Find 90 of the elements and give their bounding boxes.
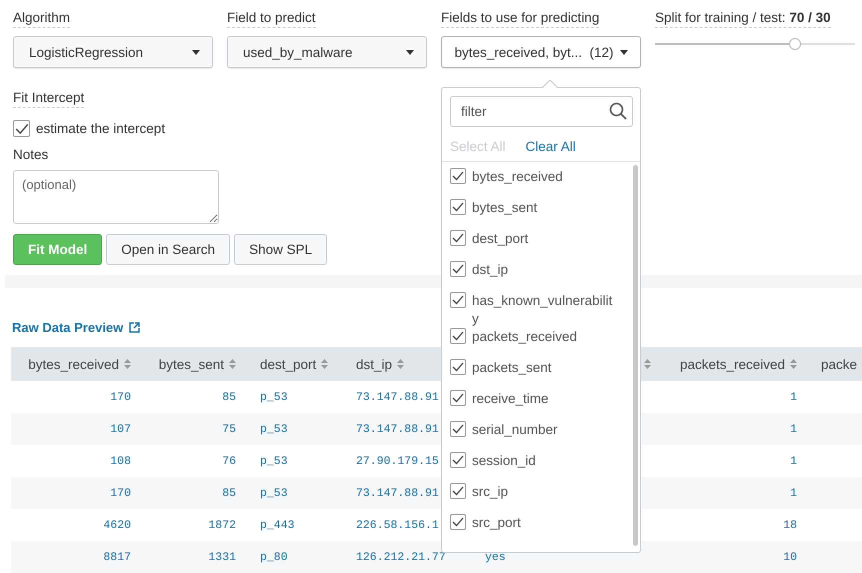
checkbox-label: estimate the intercept: [36, 121, 166, 136]
table-cell: 1: [790, 486, 797, 500]
table-cell: 1872: [208, 518, 236, 532]
sort-icon: [321, 359, 328, 369]
table-cell: 73.147.88.91: [356, 390, 439, 404]
table-cell: 1331: [208, 550, 236, 564]
field-label: Fields to use for predicting: [441, 10, 600, 28]
table-cell: 170: [110, 486, 131, 500]
field-option[interactable]: serial_number: [472, 421, 622, 439]
field-option[interactable]: dest_port: [472, 230, 622, 248]
field-option[interactable]: src_ip: [472, 483, 622, 501]
table-cell: 27.90.179.15: [356, 454, 439, 468]
checkbox[interactable]: [450, 261, 466, 277]
table-cell: p_53: [260, 422, 288, 436]
checkbox[interactable]: [450, 390, 466, 406]
sort-icon: [229, 359, 236, 369]
table-cell: 75: [222, 422, 236, 436]
checkbox[interactable]: [13, 120, 30, 137]
checkbox[interactable]: [450, 359, 466, 375]
action-button[interactable]: Open in Search: [106, 234, 230, 265]
clear-all-link[interactable]: Clear All: [526, 139, 576, 154]
scrollbar[interactable]: [633, 165, 638, 546]
table-cell: 85: [222, 390, 236, 404]
split-label: Split for training / test: 70 / 30: [655, 10, 831, 28]
field-option[interactable]: dst_ip: [472, 261, 622, 279]
algorithm-select[interactable]: LogisticRegression: [13, 36, 213, 68]
field-option[interactable]: src_port: [472, 514, 622, 532]
field-option[interactable]: bytes_sent: [472, 199, 622, 217]
field-label: Field to predict: [227, 10, 316, 28]
fields-multiselect[interactable]: bytes_received, byt... (12): [441, 36, 641, 68]
table-cell: 170: [110, 390, 131, 404]
split-slider[interactable]: [655, 38, 855, 51]
table-cell: p_53: [260, 454, 288, 468]
checkbox[interactable]: [450, 421, 466, 437]
table-cell: 126.212.21.77: [356, 550, 446, 564]
table-cell: 226.58.156.1: [356, 518, 439, 532]
table-cell: 107: [110, 422, 131, 436]
external-link-icon: [129, 322, 140, 333]
checkbox[interactable]: [450, 514, 466, 530]
caret-icon: [620, 50, 628, 54]
column-header[interactable]: dest_port: [260, 356, 316, 372]
column-header[interactable]: bytes_sent: [158, 356, 224, 372]
table-cell: 1: [790, 454, 797, 468]
field-option[interactable]: session_id: [472, 452, 622, 470]
field-option[interactable]: bytes_received: [472, 168, 622, 186]
table-cell: 73.147.88.91: [356, 422, 439, 436]
column-header[interactable]: bytes_received: [28, 356, 119, 372]
table-cell: 4620: [103, 518, 131, 532]
table-cell: 8817: [103, 550, 131, 564]
sort-icon: [790, 359, 797, 369]
field-option[interactable]: packets_received: [472, 328, 622, 346]
field-label: Fit Intercept: [13, 90, 84, 108]
column-header[interactable]: packets_received: [680, 356, 785, 372]
notes-field[interactable]: (optional): [13, 170, 219, 224]
table-cell: 18: [783, 518, 797, 532]
checkbox[interactable]: [450, 483, 466, 499]
caret-icon: [406, 50, 414, 54]
checkbox[interactable]: [450, 452, 466, 468]
field-label: Algorithm: [13, 10, 70, 28]
table-cell: 108: [110, 454, 131, 468]
column-header[interactable]: dst_ip: [356, 356, 392, 372]
table-cell: yes: [485, 550, 506, 564]
field-option[interactable]: receive_time: [472, 390, 622, 408]
checkbox[interactable]: [450, 168, 466, 184]
table-cell: 73.147.88.91: [356, 486, 439, 500]
table-cell: p_80: [260, 550, 288, 564]
caret-icon: [192, 50, 200, 54]
sort-icon: [124, 359, 131, 369]
table-cell: 85: [222, 486, 236, 500]
filter-field[interactable]: filter: [450, 96, 633, 127]
table-cell: p_53: [260, 486, 288, 500]
checkbox[interactable]: [450, 199, 466, 215]
checkbox[interactable]: [450, 328, 466, 344]
action-button[interactable]: Show SPL: [234, 234, 328, 265]
checkbox[interactable]: [450, 230, 466, 246]
field-select[interactable]: used_by_malware: [227, 36, 427, 68]
field-option[interactable]: packets_sent: [472, 359, 622, 377]
raw-data-preview-link[interactable]: Raw Data Preview: [12, 320, 124, 335]
search-icon: [609, 102, 627, 120]
column-header[interactable]: packe: [821, 356, 858, 372]
table-cell: p_53: [260, 390, 288, 404]
checkbox[interactable]: [450, 292, 466, 308]
notes-label: Notes: [13, 147, 48, 162]
table-cell: p_443: [260, 518, 295, 532]
table-cell: 1: [790, 390, 797, 404]
table-cell: 76: [222, 454, 236, 468]
table-cell: 10: [783, 550, 797, 564]
table-cell: 1: [790, 422, 797, 436]
sort-icon: [397, 359, 404, 369]
sort-icon: [644, 359, 651, 369]
